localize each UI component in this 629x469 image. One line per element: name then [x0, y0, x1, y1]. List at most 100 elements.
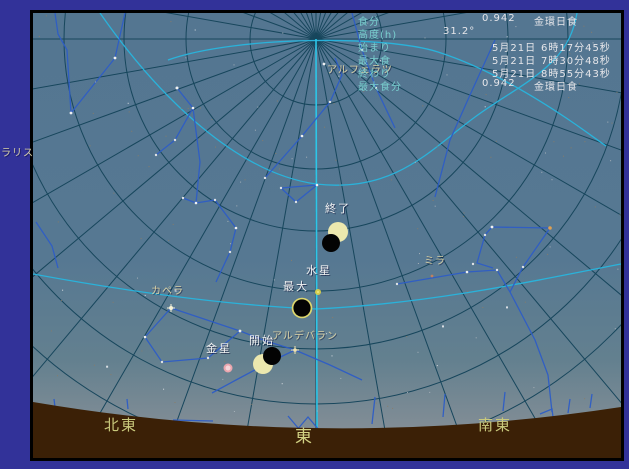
star-dot	[223, 300, 224, 301]
label-eclipse-max: 最大	[283, 281, 309, 292]
label-polaris-clipped: ラリス	[1, 149, 34, 159]
star-dot	[317, 411, 318, 412]
bright-star	[466, 271, 469, 274]
star-dot	[376, 403, 377, 404]
star-dot	[149, 166, 150, 167]
moon-disk-end	[322, 234, 340, 252]
star-dot	[195, 30, 196, 31]
bright-star	[239, 330, 242, 333]
eclipse-info-value: 0.942	[482, 78, 516, 89]
star-dot	[525, 302, 526, 303]
star-dot	[419, 253, 420, 254]
star-dot	[51, 330, 52, 331]
star-dot	[292, 158, 293, 159]
star-dot	[610, 160, 611, 161]
star-dot	[168, 240, 169, 241]
eclipse-info-row-2: 始まり5月21日6時17分45秒	[358, 38, 620, 51]
star-dot	[541, 172, 542, 173]
star-dot	[181, 108, 182, 109]
star-dot	[332, 317, 333, 318]
east-azimuth-line	[316, 39, 317, 429]
star-dot	[95, 82, 96, 83]
eclipse-info-value: 0.942	[482, 13, 516, 24]
star-dot	[163, 389, 164, 390]
star-dot	[392, 408, 393, 409]
label-mercury: 水星	[306, 265, 332, 276]
bright-star	[155, 154, 157, 156]
bright-star	[235, 227, 238, 230]
bright-star	[192, 107, 195, 110]
star-dot	[94, 365, 95, 366]
bright-star	[10, 163, 14, 167]
star-dot	[274, 279, 275, 280]
star-dot	[545, 153, 546, 154]
star-dot	[141, 351, 142, 352]
star-dot	[485, 106, 486, 107]
eclipse-info-label: 最大食分	[358, 78, 402, 93]
star-dot	[407, 392, 408, 393]
star-dot	[433, 200, 434, 201]
star-dot	[340, 185, 341, 186]
star-dot	[584, 141, 585, 142]
star-dot	[188, 108, 189, 109]
star-dot	[340, 378, 341, 379]
star-dot	[141, 238, 142, 239]
star-dot	[90, 145, 91, 146]
star-dot	[46, 15, 47, 16]
bright-star	[176, 87, 179, 90]
star-dot	[93, 113, 94, 114]
label-dir-northeast: 北東	[104, 418, 138, 433]
star-dot	[236, 205, 237, 206]
bright-star	[329, 101, 331, 103]
star-dot	[550, 246, 551, 247]
label-dir-east: 東	[295, 429, 314, 446]
star-dot	[552, 179, 553, 180]
star-dot	[476, 337, 477, 338]
star-dot	[620, 214, 621, 215]
star-dot	[334, 103, 335, 104]
bright-star	[207, 357, 209, 359]
mercury-core	[317, 291, 319, 293]
label-eclipse-end: 終了	[325, 203, 351, 214]
star-dot	[547, 254, 548, 255]
bright-star	[195, 202, 198, 205]
bright-star	[484, 234, 486, 236]
star-dot	[463, 216, 464, 217]
star-dot	[113, 193, 114, 194]
star-dot	[185, 57, 186, 58]
star-dot	[137, 278, 138, 279]
star-dot	[482, 307, 483, 308]
star-dot	[279, 168, 280, 169]
star-dot	[200, 108, 201, 109]
bright-star	[114, 57, 117, 60]
star-dot	[490, 157, 491, 158]
star-dot	[131, 131, 132, 132]
bright-star	[301, 135, 304, 138]
star-dot	[62, 290, 63, 291]
star-dot	[391, 179, 392, 180]
star-dot	[615, 328, 616, 329]
star-dot	[282, 33, 283, 34]
star-dot	[617, 92, 618, 93]
star-dot	[506, 306, 508, 308]
moon-disk-start	[263, 347, 281, 365]
bright-star	[229, 251, 231, 253]
eclipse-info-value: 金環日食	[534, 78, 578, 93]
bright-star	[472, 263, 474, 265]
eclipse-info-value: 31.2°	[443, 26, 475, 37]
star-dot	[215, 147, 216, 148]
bright-star	[70, 112, 73, 115]
star-dot	[417, 228, 418, 229]
bright-star	[396, 283, 398, 285]
star-dot	[173, 224, 174, 225]
star-dot	[387, 406, 388, 407]
star-dot	[496, 141, 497, 142]
bright-star	[144, 336, 147, 339]
star-dot	[106, 366, 108, 368]
star-dot	[418, 263, 419, 264]
star-dot	[607, 122, 608, 123]
label-eclipse-start: 開始	[249, 335, 275, 346]
star-dot	[437, 146, 438, 147]
star-dot	[422, 105, 423, 106]
star-dot	[584, 398, 585, 399]
